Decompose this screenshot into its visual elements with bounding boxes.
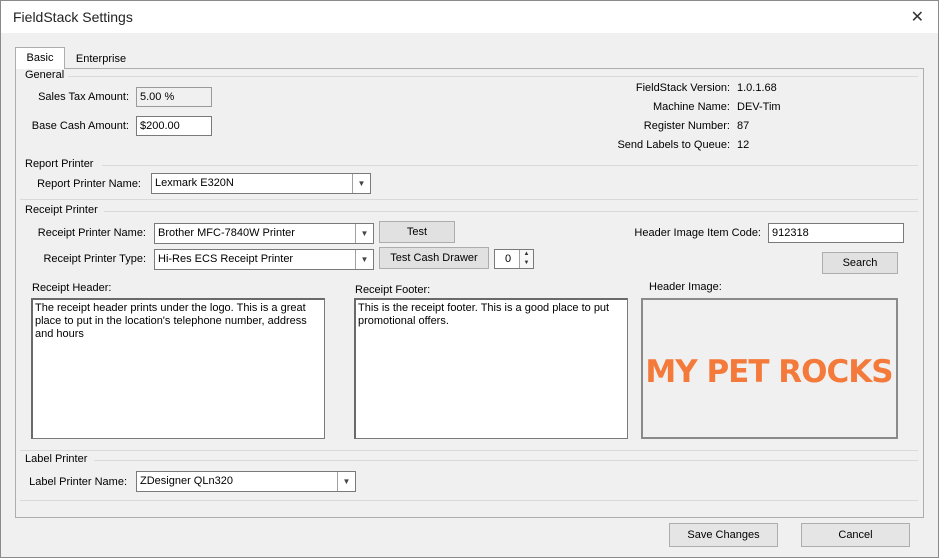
divider — [20, 450, 918, 451]
report-printer-select[interactable]: Lexmark E320N ▼ — [151, 173, 371, 194]
settings-window: FieldStack Settings ✕ Basic Enterprise G… — [0, 0, 939, 558]
report-printer-name-label: Report Printer Name: — [37, 178, 141, 190]
test-cash-drawer-button[interactable]: Test Cash Drawer — [379, 247, 489, 269]
header-item-code-label: Header Image Item Code: — [634, 227, 761, 239]
cancel-button[interactable]: Cancel — [801, 523, 910, 547]
sales-tax-field[interactable]: 5.00 % — [136, 87, 212, 107]
drawer-number-stepper[interactable]: 0 ▲ ▼ — [494, 249, 534, 269]
label-printer-select[interactable]: ZDesigner QLn320 ▼ — [136, 471, 356, 492]
spin-down-icon[interactable]: ▼ — [519, 259, 533, 268]
header-image-label: Header Image: — [649, 281, 722, 293]
receipt-printer-type-select[interactable]: Hi-Res ECS Receipt Printer ▼ — [154, 249, 374, 270]
close-icon[interactable]: ✕ — [911, 7, 924, 27]
header-item-code-field[interactable]: 912318 — [768, 223, 904, 243]
report-printer-section-title: Report Printer — [25, 158, 94, 170]
receipt-printer-select[interactable]: Brother MFC-7840W Printer ▼ — [154, 223, 374, 244]
logo-image: MY PET ROCKS — [645, 354, 893, 390]
save-changes-button[interactable]: Save Changes — [669, 523, 778, 547]
receipt-header-label: Receipt Header: — [32, 282, 112, 294]
receipt-footer-label: Receipt Footer: — [355, 284, 431, 296]
title-bar: FieldStack Settings ✕ — [1, 1, 938, 33]
label-printer-value: ZDesigner QLn320 — [140, 475, 233, 487]
receipt-footer-textarea[interactable]: This is the receipt footer. This is a go… — [354, 298, 628, 439]
divider — [20, 199, 918, 200]
receipt-header-textarea[interactable]: The receipt header prints under the logo… — [31, 298, 325, 439]
base-cash-field[interactable]: $200.00 — [136, 116, 212, 136]
chevron-down-icon[interactable]: ▼ — [355, 250, 373, 269]
label-printer-name-label: Label Printer Name: — [29, 476, 127, 488]
base-cash-label: Base Cash Amount: — [31, 120, 129, 132]
divider — [20, 500, 918, 501]
header-image: MY PET ROCKS — [641, 298, 898, 439]
report-printer-value: Lexmark E320N — [155, 177, 234, 189]
tab-enterprise[interactable]: Enterprise — [65, 49, 137, 69]
machine-name-value: DEV-Tim — [737, 101, 781, 113]
search-button[interactable]: Search — [822, 252, 898, 274]
receipt-printer-section-title: Receipt Printer — [25, 204, 98, 216]
register-number-label: Register Number: — [643, 120, 730, 132]
receipt-printer-value: Brother MFC-7840W Printer — [158, 227, 295, 239]
tab-basic[interactable]: Basic — [15, 47, 65, 69]
send-labels-label: Send Labels to Queue: — [617, 139, 730, 151]
receipt-printer-type-value: Hi-Res ECS Receipt Printer — [158, 253, 294, 265]
chevron-down-icon[interactable]: ▼ — [337, 472, 355, 491]
label-printer-section-title: Label Printer — [25, 453, 88, 465]
divider — [94, 460, 918, 461]
divider — [102, 165, 918, 166]
version-label: FieldStack Version: — [635, 82, 730, 94]
logo-text: MY PET ROCKS — [645, 354, 892, 390]
divider — [104, 211, 918, 212]
window-title: FieldStack Settings — [13, 9, 133, 25]
receipt-printer-name-label: Receipt Printer Name: — [37, 227, 146, 239]
test-printer-button[interactable]: Test — [379, 221, 455, 243]
machine-name-label: Machine Name: — [652, 101, 730, 113]
tab-panel-basic: General Sales Tax Amount: 5.00 % Base Ca… — [15, 68, 924, 518]
version-value: 1.0.1.68 — [737, 82, 777, 94]
register-number-value: 87 — [737, 120, 750, 132]
drawer-number-value: 0 — [505, 253, 512, 265]
chevron-down-icon[interactable]: ▼ — [355, 224, 373, 243]
send-labels-value: 12 — [737, 139, 750, 151]
divider — [68, 76, 918, 77]
receipt-printer-type-label: Receipt Printer Type: — [43, 253, 146, 265]
sales-tax-label: Sales Tax Amount: — [38, 91, 129, 103]
chevron-down-icon[interactable]: ▼ — [352, 174, 370, 193]
general-section-title: General — [25, 69, 65, 81]
